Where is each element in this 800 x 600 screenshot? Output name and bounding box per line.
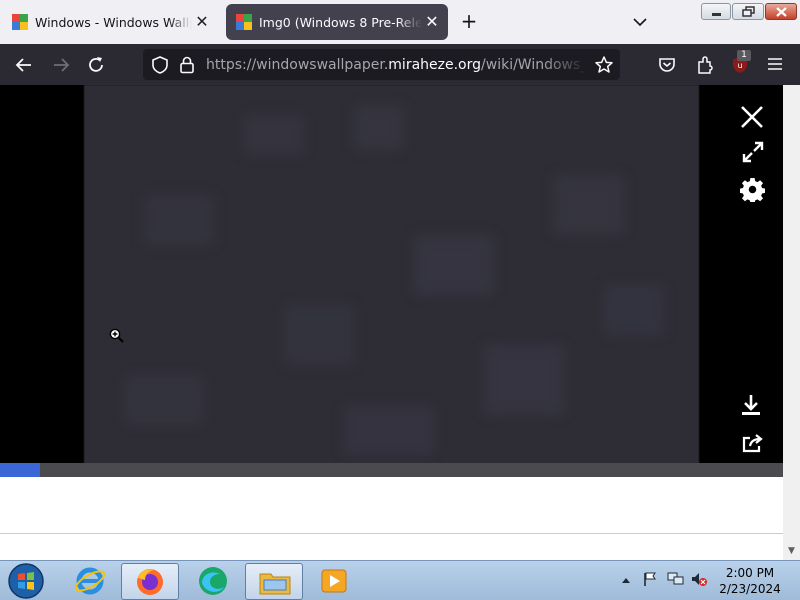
vertical-scrollbar[interactable] — [783, 85, 800, 560]
volume-muted-icon[interactable] — [690, 571, 708, 587]
media-player-icon[interactable] — [320, 567, 348, 595]
svg-text:u: u — [737, 61, 742, 70]
viewer-progress-track — [0, 463, 783, 477]
clock-date: 2/23/2024 — [719, 582, 781, 596]
pocket-icon[interactable] — [657, 55, 677, 75]
scroll-down-arrow[interactable]: ▼ — [783, 543, 800, 560]
reload-icon[interactable] — [85, 54, 107, 76]
url-text[interactable]: https://windowswallpaper.miraheze.org/wi… — [206, 57, 588, 73]
page-divider — [0, 533, 783, 534]
action-center-flag-icon[interactable] — [642, 571, 658, 587]
list-all-tabs-icon[interactable] — [630, 12, 650, 32]
url-path: /wiki/Windows_8_Preview#/media/File:Img0… — [481, 57, 588, 73]
lock-icon[interactable] — [178, 55, 196, 75]
close-window-button[interactable] — [765, 3, 797, 20]
tab-title: Img0 (Windows 8 Pre-Release Preview) — [259, 14, 422, 30]
extensions-icon[interactable] — [695, 54, 715, 76]
wallpaper-image — [84, 85, 699, 477]
settings-icon[interactable] — [740, 177, 765, 202]
internet-explorer-icon[interactable] — [73, 564, 107, 598]
download-icon[interactable] — [740, 393, 762, 417]
minimize-button[interactable] — [701, 3, 731, 20]
clock-time: 2:00 PM — [725, 566, 775, 580]
bookmark-star-icon[interactable] — [594, 55, 614, 75]
shield-icon[interactable] — [150, 55, 170, 75]
taskbar-firefox-button[interactable] — [121, 563, 179, 600]
system-clock[interactable]: 2:00 PM 2/23/2024 — [712, 565, 788, 597]
tab-img0[interactable]: Img0 (Windows 8 Pre-Release Preview) ✕ — [226, 4, 448, 40]
menu-icon[interactable] — [766, 55, 784, 73]
close-viewer-icon[interactable] — [739, 104, 765, 130]
new-tab-button[interactable]: + — [457, 10, 481, 34]
taskbar-explorer-button[interactable] — [245, 563, 303, 600]
forward-icon[interactable] — [50, 54, 72, 76]
restore-button[interactable] — [732, 3, 764, 20]
zoom-in-cursor-icon — [109, 328, 124, 343]
file-explorer-icon — [259, 573, 291, 595]
viewer-progress-fill — [0, 463, 40, 477]
url-prefix: https://windowswallpaper. — [206, 57, 389, 73]
close-tab-icon[interactable]: ✕ — [422, 12, 442, 32]
wiki-favicon-icon — [12, 14, 28, 30]
show-hidden-icons-icon[interactable] — [620, 575, 632, 585]
extension-badge: 1 — [737, 50, 751, 61]
tab-windows-wallpaper[interactable]: Windows - Windows Wallpaper Wiki ✕ — [2, 4, 218, 40]
network-icon[interactable] — [667, 571, 685, 587]
url-domain: miraheze.org — [388, 57, 482, 73]
wiki-favicon-icon — [236, 14, 252, 30]
edge-icon[interactable] — [196, 564, 230, 598]
firefox-icon — [137, 569, 163, 595]
close-tab-icon[interactable]: ✕ — [192, 12, 212, 32]
back-icon[interactable] — [13, 54, 35, 76]
windows-taskbar — [0, 560, 800, 600]
tab-strip: Windows - Windows Wallpaper Wiki ✕ Img0 … — [0, 0, 800, 44]
share-icon[interactable] — [741, 432, 765, 454]
tab-title: Windows - Windows Wallpaper Wiki — [35, 14, 192, 30]
start-button-icon[interactable] — [7, 562, 45, 600]
media-viewer — [0, 85, 783, 477]
fullscreen-icon[interactable] — [741, 140, 765, 164]
page-content-area — [0, 477, 783, 560]
